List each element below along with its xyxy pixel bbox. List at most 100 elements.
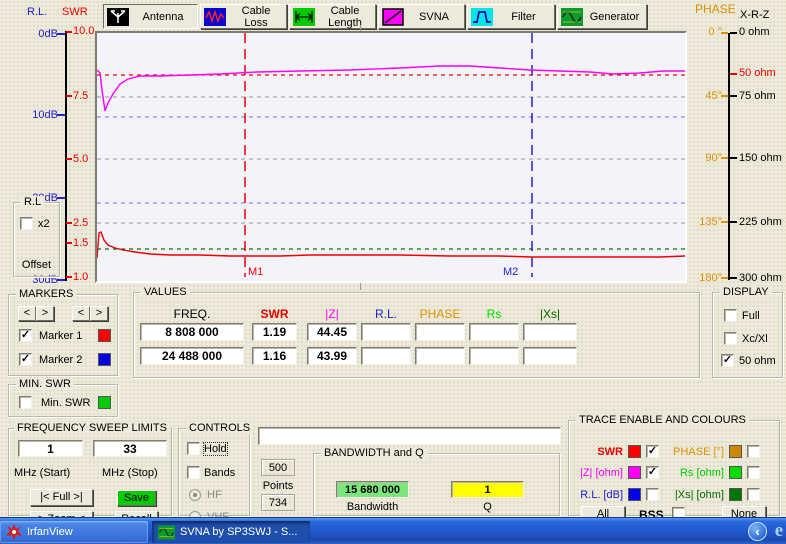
filter-button-label: Filter [493,11,554,23]
text-input[interactable] [258,427,561,445]
offset-button[interactable]: Offset [14,259,59,271]
marker1-color-swatch[interactable] [98,329,111,342]
m1-phase-value[interactable] [415,323,465,341]
values-header-phase: PHASE [415,307,465,321]
svna-app-window: { "header": { "rl_label": "R.L.", "swr_l… [0,0,786,544]
trace-swr-checkbox[interactable]: ✓ [646,445,659,458]
hf-radio[interactable] [189,489,201,501]
cable-loss-button[interactable]: Cable Loss [200,4,287,29]
filter-button[interactable]: Filter [467,4,555,29]
display-50ohm-checkbox[interactable]: ✓ [721,354,734,367]
x2-checkbox[interactable] [20,217,33,230]
m2-rl-value[interactable] [361,347,411,365]
trace-swr-swatch[interactable] [628,445,641,458]
swr-tick-5: 5.0 [73,153,88,165]
min-swr-checkbox[interactable] [19,396,32,409]
marker2-color-swatch[interactable] [98,353,111,366]
m2-xs-value[interactable] [523,347,577,365]
svna-button[interactable]: SVNA [378,4,465,29]
m2-freq-value[interactable]: 24 488 000 [140,347,244,365]
trace-xs-label: |Xs| [ohm] [669,489,724,501]
ohm-tick-150: 150 ohm [739,152,782,164]
m2-swr-value[interactable]: 1.16 [252,347,297,365]
marker1-right-button[interactable]: > [36,306,54,321]
display-xcxl-label: Xc/Xl [742,333,768,345]
trace-xs-swatch[interactable] [729,488,742,501]
trace-z-checkbox[interactable]: ✓ [646,466,659,479]
q-value-field[interactable]: 1 [451,481,524,498]
ohm-tick-50: 50 ohm [739,67,776,79]
trace-rl-checkbox[interactable] [646,488,659,501]
points-secondary-field[interactable]: 734 [261,494,295,511]
sweep-plot[interactable]: M1M2 [95,31,687,283]
trace-enable-groupbox: TRACE ENABLE AND COLOURS SWR ✓ PHASE [°]… [568,420,780,516]
m1-swr-value[interactable]: 1.19 [252,323,297,341]
tray-collapse-chevron[interactable]: ‹ [748,522,767,541]
controls-group-title: CONTROLS [186,422,253,434]
ohm-tickmark-50 [730,73,737,75]
marker1-label: Marker 1 [39,330,82,342]
min-swr-color-swatch[interactable] [98,396,111,409]
m1-rs-value[interactable] [469,323,519,341]
hf-radio-label: HF [207,489,222,501]
rl-tickmark [57,197,65,199]
marker2-right-button[interactable]: > [90,306,108,321]
trace-rs-checkbox[interactable] [747,466,760,479]
marker1-left-button[interactable]: < [18,306,36,321]
svg-text:M1: M1 [248,266,263,278]
marker1-checkbox[interactable]: ✓ [19,329,32,342]
trace-xs-checkbox[interactable] [747,488,760,501]
swr-tickmark [66,276,72,278]
ohm-tickmark [730,157,737,159]
marker2-checkbox[interactable]: ✓ [19,353,32,366]
m2-phase-value[interactable] [415,347,465,365]
m1-freq-value[interactable]: 8 808 000 [140,323,244,341]
swr-tickmark [66,158,72,160]
phase-tickmark [721,221,728,223]
trace-rs-swatch[interactable] [729,466,742,479]
taskbar-item-irfanview-label: IrfanView [27,526,73,538]
hold-checkbox[interactable] [187,442,200,455]
sweep-limits-group-title: FREQUENCY SWEEP LIMITS [14,422,170,434]
antenna-button[interactable]: Antenna [103,4,198,29]
irfanview-icon [6,524,22,540]
m1-xs-value[interactable] [523,323,577,341]
sweep-start-input[interactable]: 1 [18,440,83,457]
ohm-tick-75: 75 ohm [739,90,776,102]
m2-z-value[interactable]: 43.99 [307,347,357,365]
min-swr-label: Min. SWR [41,397,91,409]
rl-axis-header: R.L. [27,6,47,18]
trace-phase-swatch[interactable] [729,445,742,458]
taskbar-item-svna[interactable]: SVNA by SP3SWJ - S... [152,521,310,543]
display-xcxl-checkbox[interactable] [724,332,737,345]
full-span-button[interactable]: |< Full >| [30,489,93,506]
trace-z-swatch[interactable] [628,466,641,479]
display-full-checkbox[interactable] [724,309,737,322]
trace-z-label: |Z| [ohm] [571,467,623,479]
m1-z-value[interactable]: 44.45 [307,323,357,341]
points-count-field[interactable]: 500 [261,459,295,476]
display-groupbox: DISPLAY Full Xc/Xl ✓ 50 ohm [712,292,783,378]
bandwidth-group-title: BANDWIDTH and Q [321,447,427,459]
ohm-tickmark [730,277,737,279]
save-button[interactable]: Save [117,490,156,506]
rl-offset-groupbox: R.L x2 Offset [13,202,60,277]
generator-button[interactable]: Generator [557,4,647,29]
values-header-rl: R.L. [361,307,411,321]
min-swr-groupbox: MIN. SWR Min. SWR [8,384,118,417]
phase-tick-135: 135° [694,216,722,228]
m2-rs-value[interactable] [469,347,519,365]
trace-rl-swatch[interactable] [628,488,641,501]
values-groupbox: VALUES FREQ. SWR |Z| R.L. PHASE Rs |Xs| … [133,292,700,378]
m1-rl-value[interactable] [361,323,411,341]
marker2-left-button[interactable]: < [72,306,90,321]
bands-checkbox[interactable] [187,466,200,479]
bandwidth-value-field[interactable]: 15 680 000 [336,481,409,498]
swr-tick-10: 10.0 [73,25,94,37]
sweep-stop-input[interactable]: 33 [93,440,167,457]
internet-explorer-tray-icon[interactable]: e [769,520,786,542]
cable-length-button[interactable]: Cable Length [289,4,376,29]
values-header-xs: |Xs| [523,307,577,321]
taskbar-item-irfanview[interactable]: IrfanView [0,521,148,543]
trace-phase-checkbox[interactable] [747,445,760,458]
